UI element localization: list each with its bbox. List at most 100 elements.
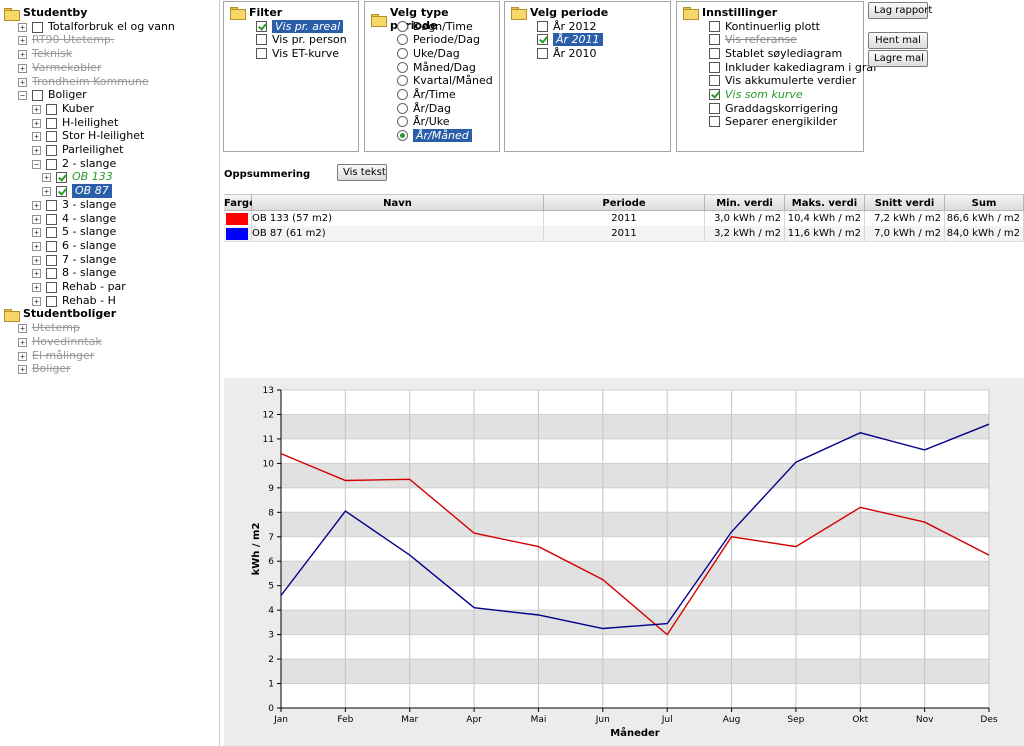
tree-checkbox[interactable] bbox=[46, 254, 57, 266]
option-periode[interactable]: År 2012 bbox=[537, 19, 597, 33]
column-header[interactable]: Periode bbox=[544, 194, 705, 211]
radio-button[interactable] bbox=[397, 34, 408, 46]
option-periode_type[interactable]: Kvartal/Måned bbox=[397, 74, 493, 88]
checkbox[interactable] bbox=[709, 75, 720, 87]
option-periode_type[interactable]: År/Dag bbox=[397, 101, 451, 115]
save-template-button[interactable]: Lagre mal bbox=[868, 50, 928, 67]
tree-item[interactable]: + RT90 Utetemp. bbox=[18, 33, 114, 47]
tree-item[interactable]: + Stor H-leilighet bbox=[32, 129, 144, 143]
expander-icon[interactable]: + bbox=[42, 172, 51, 182]
radio-button[interactable] bbox=[397, 20, 408, 32]
tree-checkbox[interactable] bbox=[56, 171, 67, 183]
tree-item[interactable]: + Teknisk bbox=[18, 47, 72, 61]
option-innstillinger[interactable]: Graddagskorrigering bbox=[709, 101, 838, 115]
column-header[interactable]: Min. verdi bbox=[705, 194, 785, 211]
tree-checkbox[interactable] bbox=[56, 185, 67, 197]
tree-checkbox[interactable] bbox=[46, 144, 57, 156]
radio-button[interactable] bbox=[397, 102, 408, 114]
column-header[interactable]: Farge bbox=[224, 194, 256, 211]
tree-item[interactable]: + Utetemp bbox=[18, 321, 80, 335]
option-periode_type[interactable]: År/Måned bbox=[397, 129, 472, 143]
option-periode_type[interactable]: Uke/Dag bbox=[397, 46, 460, 60]
checkbox[interactable] bbox=[709, 116, 720, 128]
option-innstillinger[interactable]: Inkluder kakediagram i graf bbox=[709, 60, 877, 74]
tree-checkbox[interactable] bbox=[46, 295, 57, 307]
expander-icon[interactable]: − bbox=[18, 90, 27, 100]
tree-item[interactable]: + Rehab - H bbox=[32, 294, 116, 308]
expander-icon[interactable]: + bbox=[32, 268, 41, 278]
checkbox[interactable] bbox=[709, 20, 720, 32]
tree-item[interactable]: + H-leilighet bbox=[32, 116, 118, 130]
create-report-button[interactable]: Lag rapport bbox=[868, 2, 932, 19]
tree-checkbox[interactable] bbox=[46, 158, 57, 170]
checkbox[interactable] bbox=[709, 61, 720, 73]
tree-item[interactable]: − 2 - slange bbox=[32, 157, 116, 171]
option-periode_type[interactable]: År/Uke bbox=[397, 115, 450, 129]
tree-item[interactable]: + El målinger bbox=[18, 349, 94, 363]
tree-item[interactable]: +6 - slange bbox=[32, 239, 116, 253]
expander-icon[interactable]: + bbox=[18, 364, 27, 374]
tree-checkbox[interactable] bbox=[32, 89, 43, 101]
checkbox[interactable] bbox=[709, 102, 720, 114]
column-header[interactable]: Maks. verdi bbox=[785, 194, 865, 211]
tree-item[interactable]: + Parleilighet bbox=[32, 143, 123, 157]
tree-checkbox[interactable] bbox=[46, 130, 57, 142]
tree-item[interactable]: + Rehab - par bbox=[32, 280, 126, 294]
expander-icon[interactable]: + bbox=[32, 118, 41, 128]
option-periode_type[interactable]: Døgn/Time bbox=[397, 19, 473, 33]
expander-icon[interactable]: − bbox=[32, 159, 41, 169]
expander-icon[interactable]: + bbox=[32, 131, 41, 141]
option-periode[interactable]: År 2011 bbox=[537, 33, 603, 47]
option-periode_type[interactable]: Periode/Dag bbox=[397, 33, 480, 47]
option-periode_type[interactable]: År/Time bbox=[397, 88, 456, 102]
checkbox[interactable] bbox=[537, 34, 548, 46]
tree-checkbox[interactable] bbox=[46, 226, 57, 238]
tree-item[interactable]: +3 - slange bbox=[32, 198, 116, 212]
radio-button[interactable] bbox=[397, 116, 408, 128]
option-periode_type[interactable]: Måned/Dag bbox=[397, 60, 476, 74]
checkbox[interactable] bbox=[709, 34, 720, 46]
tree-checkbox[interactable] bbox=[46, 267, 57, 279]
load-template-button[interactable]: Hent mal bbox=[868, 32, 928, 49]
option-filter[interactable]: Vis ET-kurve bbox=[256, 46, 339, 60]
expander-icon[interactable]: + bbox=[32, 255, 41, 265]
tree-item[interactable]: − Boliger bbox=[18, 88, 87, 102]
tree-checkbox[interactable] bbox=[46, 240, 57, 252]
tree-item[interactable]: Studentboliger bbox=[4, 307, 116, 322]
expander-icon[interactable]: + bbox=[32, 200, 41, 210]
expander-icon[interactable]: + bbox=[18, 351, 27, 361]
expander-icon[interactable]: + bbox=[32, 241, 41, 251]
tree-item[interactable]: + Kuber bbox=[32, 102, 94, 116]
expander-icon[interactable]: + bbox=[18, 35, 27, 45]
option-filter[interactable]: Vis pr. person bbox=[256, 33, 347, 47]
expander-icon[interactable]: + bbox=[32, 282, 41, 292]
tree-item[interactable]: +7 - slange bbox=[32, 253, 116, 267]
column-header[interactable]: Navn bbox=[252, 194, 544, 211]
option-innstillinger[interactable]: Vis som kurve bbox=[709, 88, 803, 102]
expander-icon[interactable]: + bbox=[18, 337, 27, 347]
option-innstillinger[interactable]: Separer energikilder bbox=[709, 115, 837, 129]
radio-button[interactable] bbox=[397, 89, 408, 100]
expander-icon[interactable]: + bbox=[32, 104, 41, 114]
column-header[interactable]: Snitt verdi bbox=[865, 194, 945, 211]
tree-checkbox[interactable] bbox=[32, 21, 43, 33]
show-text-button[interactable]: Vis tekst bbox=[337, 164, 387, 181]
tree-item[interactable]: +5 - slange bbox=[32, 225, 116, 239]
expander-icon[interactable]: + bbox=[42, 186, 51, 196]
tree-item[interactable]: + Boliger bbox=[18, 362, 71, 376]
radio-button[interactable] bbox=[397, 130, 408, 142]
tree-item[interactable]: + OB 133 bbox=[42, 170, 113, 184]
tree-item[interactable]: + Hovedinntak bbox=[18, 335, 102, 349]
expander-icon[interactable]: + bbox=[32, 296, 41, 306]
tree-item[interactable]: + Trondheim Kommune bbox=[18, 75, 149, 89]
option-filter[interactable]: Vis pr. areal bbox=[256, 19, 344, 33]
tree-item[interactable]: + Totalforbruk el og vann bbox=[18, 20, 175, 34]
radio-button[interactable] bbox=[397, 61, 408, 73]
tree-checkbox[interactable] bbox=[46, 213, 57, 225]
column-header[interactable]: Sum bbox=[945, 194, 1024, 211]
checkbox[interactable] bbox=[537, 20, 548, 32]
tree-checkbox[interactable] bbox=[46, 281, 57, 293]
radio-button[interactable] bbox=[397, 75, 408, 87]
option-innstillinger[interactable]: Kontinuerlig plott bbox=[709, 19, 820, 33]
tree-checkbox[interactable] bbox=[46, 199, 57, 211]
